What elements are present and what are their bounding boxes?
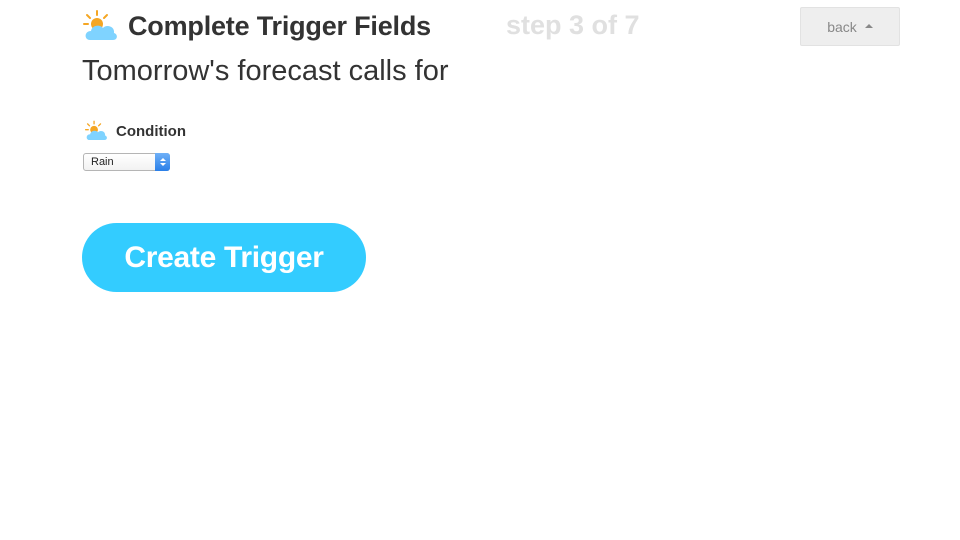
condition-select[interactable]: Rain — [83, 153, 170, 171]
page: Complete Trigger Fields step 3 of 7 back… — [0, 0, 960, 540]
step-indicator: step 3 of 7 — [506, 10, 640, 40]
weather-partly-cloudy-icon — [83, 10, 117, 40]
select-arrows-icon — [155, 153, 170, 171]
condition-field-label-row: Condition — [84, 120, 186, 142]
weather-partly-cloudy-icon — [85, 120, 107, 141]
create-trigger-button[interactable]: Create Trigger — [82, 223, 366, 292]
page-title: Complete Trigger Fields — [128, 10, 431, 41]
caret-up-icon — [864, 23, 873, 28]
trigger-description: Tomorrow's forecast calls for — [82, 55, 449, 87]
create-trigger-label: Create Trigger — [124, 240, 324, 274]
condition-select-value: Rain — [91, 156, 114, 168]
page-header: Complete Trigger Fields — [82, 6, 431, 46]
back-button[interactable]: back — [800, 7, 900, 46]
condition-label: Condition — [116, 122, 186, 140]
back-button-label: back — [827, 18, 857, 35]
